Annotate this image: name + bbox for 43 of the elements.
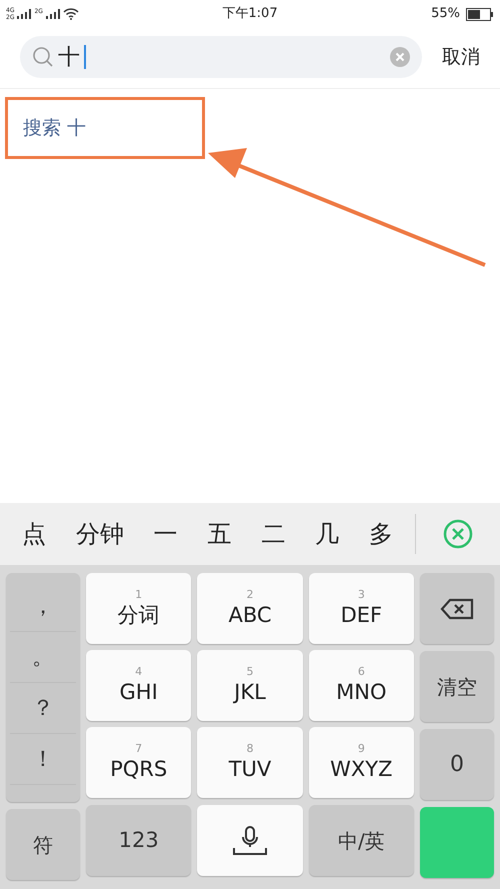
search-field[interactable]: 十: [20, 36, 422, 78]
candidate-word[interactable]: 分钟: [76, 516, 124, 552]
candidate-word[interactable]: 点: [22, 516, 46, 552]
cancel-button[interactable]: 取消: [442, 42, 480, 72]
letter-key[interactable]: 4 GHI: [86, 650, 192, 721]
symbols-key[interactable]: 符: [6, 809, 80, 880]
clear-key[interactable]: 清空: [420, 651, 494, 722]
signal-icon: [17, 9, 32, 19]
punctuation-key[interactable]: 。: [10, 632, 76, 683]
candidate-word[interactable]: 二: [261, 516, 286, 552]
letter-key[interactable]: 6 MNO: [308, 650, 414, 721]
letter-key[interactable]: 9 WXYZ: [308, 727, 414, 798]
zero-key[interactable]: 0: [420, 729, 494, 800]
close-icon[interactable]: [443, 519, 473, 549]
candidate-word[interactable]: 五: [207, 516, 232, 552]
number-mode-key[interactable]: 123: [86, 805, 192, 876]
punctuation-key[interactable]: ，: [10, 581, 76, 632]
text-cursor: [84, 45, 86, 69]
language-key[interactable]: 中/英: [308, 805, 414, 876]
battery-percent: 55%: [431, 5, 460, 24]
candidate-word[interactable]: 一: [154, 516, 178, 552]
backspace-key[interactable]: [420, 573, 494, 644]
wifi-icon: [62, 8, 79, 20]
search-query: 十: [58, 44, 80, 72]
backspace-icon: [440, 598, 474, 620]
punctuation-key[interactable]: ？: [10, 683, 76, 734]
clock-time: 下午1:07: [222, 5, 278, 24]
candidate-word[interactable]: 多: [368, 516, 393, 552]
space-key[interactable]: [197, 805, 303, 876]
letter-key[interactable]: 1 分词: [86, 573, 192, 644]
letter-key[interactable]: 8 TUV: [197, 727, 303, 798]
battery-icon: [466, 8, 494, 20]
microphone-icon: [232, 826, 268, 856]
letter-key[interactable]: 7 PQRS: [86, 727, 192, 798]
candidate-word[interactable]: 几: [315, 516, 340, 552]
letter-key[interactable]: 3 DEF: [308, 573, 414, 644]
clear-icon[interactable]: [390, 47, 410, 67]
signal-icon: [46, 9, 60, 19]
letter-key[interactable]: 2 ABC: [197, 573, 303, 644]
search-icon: [32, 46, 54, 68]
letter-key[interactable]: 5 JKL: [197, 650, 303, 721]
search-suggestion[interactable]: 搜索 十: [5, 97, 205, 159]
punctuation-key[interactable]: ！: [10, 734, 76, 785]
